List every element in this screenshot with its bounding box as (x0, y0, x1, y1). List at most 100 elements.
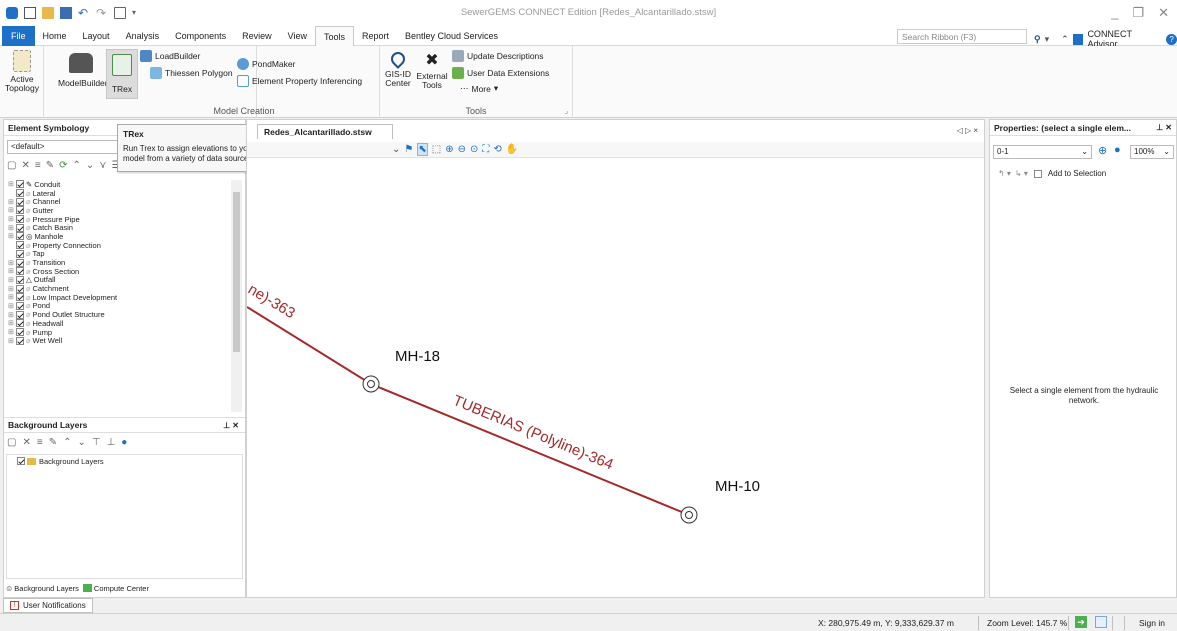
filter-icon[interactable]: ⋎ (99, 160, 106, 171)
checkbox[interactable] (16, 267, 24, 276)
pipe-364[interactable] (370, 383, 690, 516)
move-up-icon[interactable]: ⌃ (72, 160, 80, 171)
move-up-icon[interactable]: ⌃ (63, 437, 71, 451)
zoom-icon[interactable]: ⊕ (1098, 144, 1107, 157)
tab-home[interactable]: Home (35, 26, 75, 46)
rename-icon[interactable]: ≡ (35, 160, 41, 171)
update-descriptions-button[interactable]: Update Descriptions (452, 50, 544, 62)
pipe-363[interactable] (247, 306, 372, 385)
delete-icon[interactable]: ✕ (21, 160, 29, 171)
help-icon[interactable]: ● (121, 437, 127, 451)
checkbox[interactable] (16, 197, 24, 206)
tree-item-headwall[interactable]: ⊞ ⌀ Headwall (6, 319, 231, 328)
collapse-ribbon-icon[interactable]: ⌃ (1061, 34, 1069, 45)
tree-item-wet-well[interactable]: ⊞ ⌀ Wet Well (6, 336, 231, 345)
checkbox[interactable] (16, 328, 24, 337)
checkbox[interactable] (16, 223, 24, 232)
tree-item-tap[interactable]: ⌀ Tap (6, 249, 231, 258)
scrollbar-thumb[interactable] (233, 192, 240, 352)
move-down-icon[interactable]: ⌄ (77, 437, 85, 451)
tab-bentley-cloud[interactable]: Bentley Cloud Services (397, 26, 506, 46)
minimize-button[interactable]: _ (1111, 5, 1118, 21)
pin-close-icon[interactable]: ⊥ ✕ (223, 421, 239, 430)
tab-file[interactable]: File (2, 25, 35, 46)
checkbox[interactable] (16, 241, 24, 250)
manhole-mh18[interactable] (362, 375, 380, 393)
tab-tools[interactable]: Tools (314, 25, 354, 46)
help-icon[interactable]: ? (1166, 33, 1177, 45)
search-icon[interactable]: ⚲ (1034, 34, 1041, 45)
document-tab[interactable]: Redes_Alcantarillado.stsw (257, 124, 393, 139)
layer-down-icon[interactable]: ⊥ (107, 437, 116, 451)
dropdown-icon[interactable]: ▾ (1045, 34, 1050, 45)
tree-item-background-layers[interactable]: Background Layers (7, 457, 242, 466)
checkbox[interactable] (16, 232, 24, 241)
tree-item-manhole[interactable]: ⊞ ◎ Manhole (6, 232, 231, 241)
user-notifications-tab[interactable]: ! User Notifications (3, 598, 93, 613)
tree-item-cross-section[interactable]: ⊞ ⌀ Cross Section (6, 267, 231, 276)
close-button[interactable]: ✕ (1158, 5, 1169, 21)
tree-item-catch-basin[interactable]: ⊞ ⌀ Catch Basin (6, 223, 231, 232)
checkbox[interactable] (16, 319, 24, 328)
tree-item-pressure-pipe[interactable]: ⊞ ⌀ Pressure Pipe (6, 215, 231, 224)
checkbox[interactable] (16, 301, 24, 310)
select-dropdown-icon[interactable]: ⌄ (392, 144, 400, 155)
active-topology-button[interactable]: Active Topology (2, 50, 42, 93)
pin-close-icon[interactable]: ⊥ ✕ (1156, 123, 1172, 132)
layout-icon[interactable]: ⚑ (404, 144, 413, 155)
tree-item-transition[interactable]: ⊞ ⌀ Transition (6, 258, 231, 267)
checkbox[interactable] (17, 457, 25, 466)
tree-item-pond-outlet[interactable]: ⊞ ⌀ Pond Outlet Structure (6, 310, 231, 319)
move-down-icon[interactable]: ⌄ (86, 160, 94, 171)
checkbox[interactable] (16, 249, 24, 258)
add-to-selection-checkbox[interactable] (1033, 169, 1042, 178)
document-nav[interactable]: ◁ ▷ × (957, 126, 978, 135)
search-ribbon-input[interactable]: Search Ribbon (F3) (897, 29, 1027, 44)
tree-item-lateral[interactable]: ⌀ Lateral (6, 189, 231, 198)
delete-icon[interactable]: ✕ (22, 437, 30, 451)
checkbox[interactable] (16, 189, 24, 198)
checkbox[interactable] (16, 180, 24, 189)
zoom-window-icon[interactable]: ⊙ (470, 144, 478, 155)
back-icon[interactable]: ↰ ▾ (998, 169, 1011, 178)
sign-in-button[interactable]: Sign in (1139, 618, 1165, 628)
connect-advisor-icon[interactable] (1072, 33, 1084, 45)
tab-background-layers[interactable]: ⊜ Background Layers (6, 584, 79, 593)
layout-icon[interactable] (1095, 616, 1107, 628)
new-icon[interactable]: ▢ (7, 437, 16, 451)
user-data-extensions-button[interactable]: User Data Extensions (452, 67, 549, 79)
tab-components[interactable]: Components (167, 26, 234, 46)
tree-item-lid[interactable]: ⊞ ⌀ Low Impact Development (6, 293, 231, 302)
checkbox[interactable] (16, 336, 24, 345)
more-button[interactable]: ⋯ More ▾ (460, 83, 498, 94)
zoom-in-icon[interactable]: ⊕ (445, 144, 453, 155)
refresh-icon[interactable]: ⟳ (59, 160, 67, 171)
tab-review[interactable]: Review (234, 26, 280, 46)
checkbox[interactable] (16, 206, 24, 215)
tab-layout[interactable]: Layout (75, 26, 118, 46)
restore-button[interactable]: ❐ (1132, 5, 1144, 21)
forward-icon[interactable]: ↳ ▾ (1015, 169, 1028, 178)
export-icon[interactable]: ➔ (1075, 616, 1087, 628)
zoom-out-icon[interactable]: ⊖ (458, 144, 466, 155)
trex-button[interactable]: TRex (106, 49, 138, 99)
pan-icon[interactable]: ✋ (506, 144, 518, 155)
rename-icon[interactable]: ≡ (37, 437, 43, 451)
tree-item-catchment[interactable]: ⊞ ⌀ Catchment (6, 284, 231, 293)
checkbox[interactable] (16, 293, 24, 302)
dialog-launcher-icon[interactable]: ⌟ (565, 107, 568, 115)
tree-item-conduit[interactable]: ⊞ ✎ Conduit (6, 180, 231, 189)
tree-item-pond[interactable]: ⊞ ⌀ Pond (6, 301, 231, 310)
tab-compute-center[interactable]: Compute Center (82, 584, 149, 593)
edit-icon[interactable]: ✎ (49, 437, 57, 451)
tab-view[interactable]: View (280, 26, 315, 46)
external-tools-button[interactable]: ✖ External Tools (416, 52, 448, 90)
new-icon[interactable]: ▢ (7, 160, 16, 171)
thiessen-polygon-button[interactable]: Thiessen Polygon (150, 67, 233, 79)
layer-icon[interactable]: ⊤ (92, 437, 101, 451)
checkbox[interactable] (16, 284, 24, 293)
select-area-icon[interactable]: ⬚ (432, 144, 441, 155)
loadbuilder-button[interactable]: LoadBuilder (140, 50, 200, 62)
drawing-canvas[interactable]: ne)-363 TUBERIAS (Polyline)-364 MH-18 MH… (247, 159, 984, 596)
gis-id-center-button[interactable]: GIS-ID Center (382, 49, 414, 88)
